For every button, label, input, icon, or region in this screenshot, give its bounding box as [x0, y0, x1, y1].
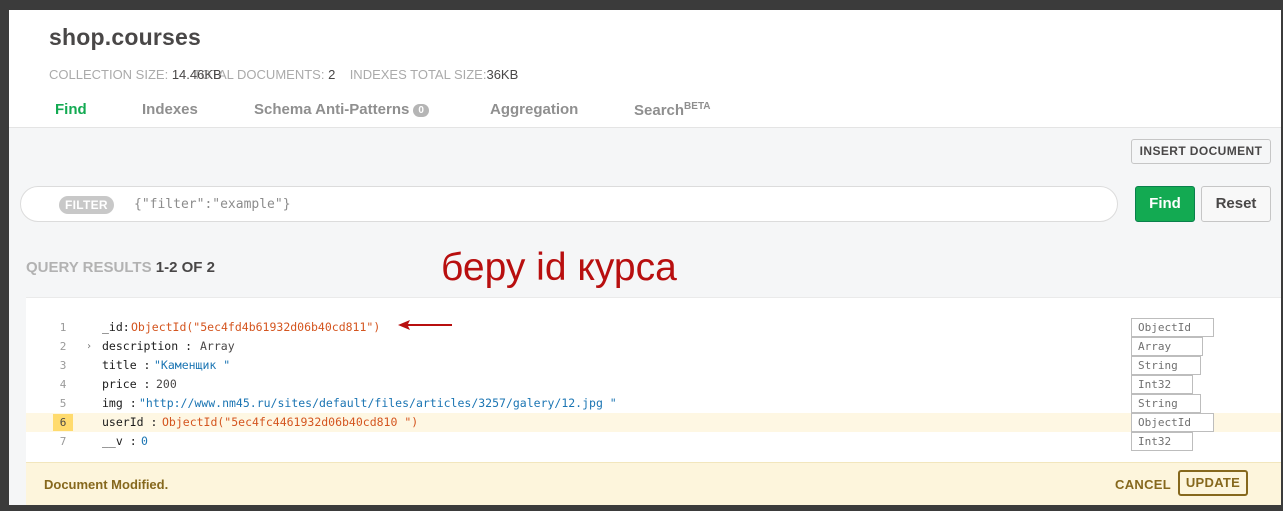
document-line[interactable]: 6 userId : ObjectId("5ec4fc4461932d06b40… [26, 413, 1281, 432]
stat-value: 2 [328, 67, 336, 82]
field-value[interactable]: "Каменщик " [154, 356, 230, 375]
document-modified-message: Document Modified. [44, 477, 169, 492]
line-number: 6 [53, 414, 73, 431]
stat-value: 14.46KB [171, 67, 222, 82]
document-line[interactable]: 5 img : "http://www.nm45.ru/sites/defaul… [26, 394, 1281, 413]
stat-label: COLLECTION SIZE: [49, 67, 169, 82]
line-number: 3 [59, 359, 67, 372]
find-button[interactable]: Find [1135, 186, 1195, 222]
document-line[interactable]: 7 __v : 0 Int32 [26, 432, 1281, 451]
annotation-text: беру id курса [441, 246, 677, 289]
insert-document-button[interactable]: INSERT DOCUMENT [1131, 139, 1271, 164]
document-line[interactable]: 3 title : "Каменщик " String [26, 356, 1281, 375]
tab-indexes[interactable]: Indexes [142, 101, 198, 118]
collection-header: shop.courses COLLECTION SIZE: 14.46KB TO… [9, 10, 1281, 128]
stat-value: 36KB [486, 67, 519, 82]
field-value[interactable]: 200 [156, 375, 177, 394]
document-line[interactable]: 2 › description : Array Array [26, 337, 1281, 356]
reset-button[interactable]: Reset [1201, 186, 1271, 222]
query-results-label: QUERY RESULTS [26, 259, 152, 276]
field-value[interactable]: ObjectId("5ec4fd4b61932d06b40cd811") [131, 318, 380, 337]
stat-label: INDEXES TOTAL SIZE: [349, 67, 487, 82]
tab-label: Search [634, 102, 685, 119]
beta-label: BETA [684, 101, 711, 112]
line-number: 7 [59, 435, 67, 448]
field-key[interactable]: userId : [102, 413, 157, 432]
field-key[interactable]: price : [102, 375, 150, 394]
cancel-button[interactable]: CANCEL [1115, 477, 1171, 492]
field-key[interactable]: title : [102, 356, 150, 375]
type-selector[interactable]: Array [1131, 337, 1203, 356]
type-selector[interactable]: String [1131, 394, 1201, 413]
field-value: Array [200, 339, 235, 353]
document-editor: 1 _id: ObjectId("5ec4fd4b61932d06b40cd81… [26, 297, 1281, 462]
document-line[interactable]: 1 _id: ObjectId("5ec4fd4b61932d06b40cd81… [26, 318, 1281, 337]
filter-label: FILTER [59, 196, 114, 214]
field-value[interactable]: 0 [141, 432, 148, 451]
type-selector[interactable]: Int32 [1131, 375, 1193, 394]
document-modified-bar: Document Modified. CANCEL UPDATE [26, 462, 1281, 505]
filter-bar[interactable]: FILTER {"filter":"example"} [20, 186, 1118, 222]
tab-aggregation[interactable]: Aggregation [490, 101, 578, 118]
collection-title: shop.courses [49, 24, 201, 50]
type-selector[interactable]: Int32 [1131, 432, 1193, 451]
line-number: 1 [59, 321, 67, 334]
tab-search[interactable]: SearchBETA [634, 101, 711, 119]
annotation-arrow-icon [398, 320, 452, 330]
query-results-header: QUERY RESULTS 1-2 OF 2 [26, 259, 215, 276]
compass-window: shop.courses COLLECTION SIZE: 14.46KB TO… [9, 10, 1281, 505]
count-badge: 0 [413, 104, 429, 117]
line-number: 2 [59, 340, 67, 353]
line-number: 4 [59, 378, 67, 391]
update-button[interactable]: UPDATE [1178, 470, 1248, 496]
type-selector[interactable]: ObjectId [1131, 413, 1214, 432]
field-key[interactable]: img : [102, 394, 137, 413]
field-key[interactable]: description : [102, 337, 192, 356]
expand-chevron-icon[interactable]: › [86, 337, 92, 356]
field-key[interactable]: _id: [102, 318, 130, 337]
type-selector[interactable]: String [1131, 356, 1201, 375]
query-results-count: 1-2 OF 2 [155, 259, 215, 276]
filter-input[interactable]: {"filter":"example"} [134, 197, 291, 212]
field-key[interactable]: __v : [102, 432, 137, 451]
document-line[interactable]: 4 price : 200 Int32 [26, 375, 1281, 394]
field-value[interactable]: "http://www.nm45.ru/sites/default/files/… [139, 394, 617, 413]
line-number: 5 [59, 397, 67, 410]
tab-label: Schema Anti-Patterns [254, 101, 410, 118]
collection-stats: COLLECTION SIZE: 14.46KB TOTAL DOCUMENTS… [49, 67, 518, 82]
tab-find[interactable]: Find [55, 101, 87, 118]
tab-schema-anti-patterns[interactable]: Schema Anti-Patterns 0 [254, 101, 429, 118]
field-value[interactable]: ObjectId("5ec4fc4461932d06b40cd810 ") [162, 413, 418, 432]
type-selector[interactable]: ObjectId [1131, 318, 1214, 337]
